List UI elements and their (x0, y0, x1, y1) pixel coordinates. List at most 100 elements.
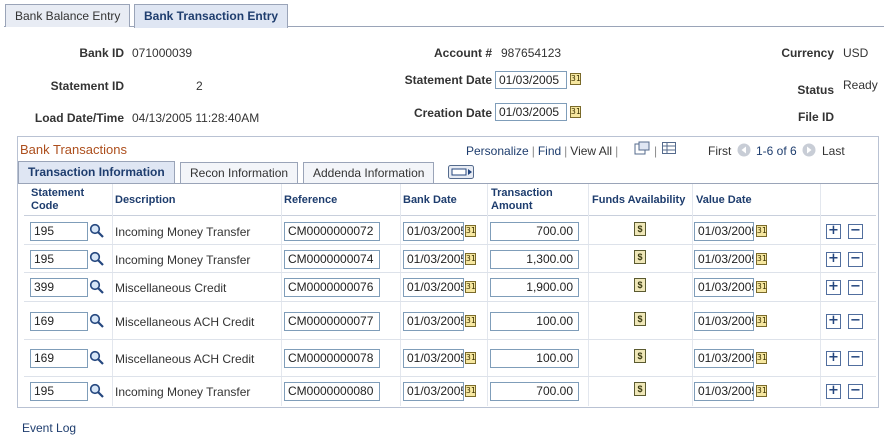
bank-date-input[interactable]: 01/03/2005 (403, 382, 464, 401)
value-date-input[interactable]: 01/03/2005 (694, 382, 754, 401)
creation-date-label: Creation Date (413, 106, 492, 120)
col-value-date[interactable]: Value Date (696, 194, 752, 207)
value-date-input[interactable]: 01/03/2005 (694, 349, 754, 368)
statement-code-input[interactable]: 169 (30, 312, 88, 331)
bank-date-input[interactable]: 01/03/2005 (403, 349, 464, 368)
add-row-button[interactable]: + (826, 252, 841, 267)
funds-availability-icon[interactable]: $ (634, 250, 646, 264)
funds-availability-icon[interactable]: $ (634, 349, 646, 363)
calendar-icon[interactable]: 31 (465, 225, 476, 237)
transaction-amount-input[interactable]: 1,300.00 (490, 250, 579, 269)
description-text: Miscellaneous ACH Credit (115, 352, 255, 366)
lookup-icon[interactable] (89, 223, 105, 239)
delete-row-button[interactable]: − (848, 224, 863, 239)
lookup-icon[interactable] (89, 313, 105, 329)
bank-date-input[interactable]: 01/03/2005 (403, 222, 464, 241)
funds-availability-icon[interactable]: $ (634, 222, 646, 236)
delete-row-button[interactable]: − (848, 280, 863, 295)
calendar-icon[interactable]: 31 (465, 352, 476, 364)
account-label: Account # (433, 46, 492, 60)
reference-input[interactable]: CM0000000076 (284, 278, 380, 297)
col-bank-date[interactable]: Bank Date (403, 194, 457, 207)
transaction-amount-input[interactable]: 100.00 (490, 312, 579, 331)
description-text: Miscellaneous ACH Credit (115, 315, 255, 329)
statement-code-input[interactable]: 195 (30, 222, 88, 241)
value-date-input[interactable]: 01/03/2005 (694, 278, 754, 297)
calendar-icon[interactable]: 31 (465, 281, 476, 293)
transaction-amount-input[interactable]: 1,900.00 (490, 278, 579, 297)
tab-recon-information[interactable]: Recon Information (180, 162, 299, 183)
load-datetime-label: Load Date/Time (34, 111, 124, 125)
delete-row-button[interactable]: − (848, 314, 863, 329)
description-text: Miscellaneous Credit (115, 281, 227, 295)
add-row-button[interactable]: + (826, 280, 841, 295)
event-log-link[interactable]: Event Log (22, 421, 76, 435)
col-funds-availability[interactable]: Funds Availability (592, 194, 685, 207)
delete-row-button[interactable]: − (848, 351, 863, 366)
col-transaction-amount[interactable]: Transaction Amount (491, 187, 561, 213)
reference-input[interactable]: CM0000000077 (284, 312, 380, 331)
bank-date-input[interactable]: 01/03/2005 (403, 278, 464, 297)
statement-code-input[interactable]: 195 (30, 382, 88, 401)
reference-input[interactable]: CM0000000080 (284, 382, 380, 401)
funds-availability-icon[interactable]: $ (634, 382, 646, 396)
value-date-input[interactable]: 01/03/2005 (694, 250, 754, 269)
grid-sep: | (654, 144, 658, 158)
statement-date-input[interactable]: 01/03/2005 (495, 71, 567, 89)
previous-arrow-icon[interactable] (737, 143, 751, 157)
lookup-icon[interactable] (89, 350, 105, 366)
add-row-button[interactable]: + (826, 351, 841, 366)
statement-code-input[interactable]: 399 (30, 278, 88, 297)
personalize-link[interactable]: Personalize (466, 144, 529, 158)
download-grid-icon[interactable] (662, 142, 676, 154)
next-arrow-icon[interactable] (802, 143, 816, 157)
show-all-columns-icon[interactable] (448, 165, 474, 179)
tab-bank-transaction-entry[interactable]: Bank Transaction Entry (134, 4, 289, 28)
lookup-icon[interactable] (89, 383, 105, 399)
find-link[interactable]: Find (538, 144, 561, 158)
statement-code-input[interactable]: 169 (30, 349, 88, 368)
col-statement-code[interactable]: Statement Code (31, 187, 91, 213)
reference-input[interactable]: CM0000000078 (284, 349, 380, 368)
col-description[interactable]: Description (115, 194, 176, 207)
bank-date-input[interactable]: 01/03/2005 (403, 250, 464, 269)
col-reference[interactable]: Reference (284, 194, 337, 207)
calendar-icon[interactable]: 31 (570, 106, 581, 118)
calendar-icon[interactable]: 31 (465, 315, 476, 327)
calendar-icon[interactable]: 31 (756, 352, 767, 364)
add-row-button[interactable]: + (826, 224, 841, 239)
bank-date-input[interactable]: 01/03/2005 (403, 312, 464, 331)
funds-availability-icon[interactable]: $ (634, 278, 646, 292)
lookup-icon[interactable] (89, 279, 105, 295)
transaction-amount-input[interactable]: 700.00 (490, 222, 579, 241)
calendar-icon[interactable]: 31 (756, 315, 767, 327)
add-row-button[interactable]: + (826, 384, 841, 399)
calendar-icon[interactable]: 31 (465, 253, 476, 265)
value-date-input[interactable]: 01/03/2005 (694, 222, 754, 241)
tab-addenda-information[interactable]: Addenda Information (303, 162, 435, 183)
calendar-icon[interactable]: 31 (465, 385, 476, 397)
value-date-input[interactable]: 01/03/2005 (694, 312, 754, 331)
calendar-icon[interactable]: 31 (570, 73, 581, 85)
reference-input[interactable]: CM0000000074 (284, 250, 380, 269)
statement-code-input[interactable]: 195 (30, 250, 88, 269)
delete-row-button[interactable]: − (848, 384, 863, 399)
lookup-icon[interactable] (89, 251, 105, 267)
reference-input[interactable]: CM0000000072 (284, 222, 380, 241)
transaction-amount-input[interactable]: 100.00 (490, 349, 579, 368)
funds-availability-icon[interactable]: $ (634, 312, 646, 326)
calendar-icon[interactable]: 31 (756, 281, 767, 293)
grid-toolbar: Personalize | Find | View All | (466, 144, 619, 158)
calendar-icon[interactable]: 31 (756, 385, 767, 397)
view-all-link[interactable]: View All (570, 144, 612, 158)
calendar-icon[interactable]: 31 (756, 225, 767, 237)
add-row-button[interactable]: + (826, 314, 841, 329)
tab-transaction-information[interactable]: Transaction Information (18, 161, 175, 184)
delete-row-button[interactable]: − (848, 252, 863, 267)
tab-bank-balance-entry[interactable]: Bank Balance Entry (5, 4, 131, 27)
description-text: Incoming Money Transfer (115, 385, 251, 399)
calendar-icon[interactable]: 31 (756, 253, 767, 265)
transaction-amount-input[interactable]: 700.00 (490, 382, 579, 401)
new-window-icon[interactable] (634, 141, 650, 155)
creation-date-input[interactable]: 01/03/2005 (495, 103, 567, 121)
